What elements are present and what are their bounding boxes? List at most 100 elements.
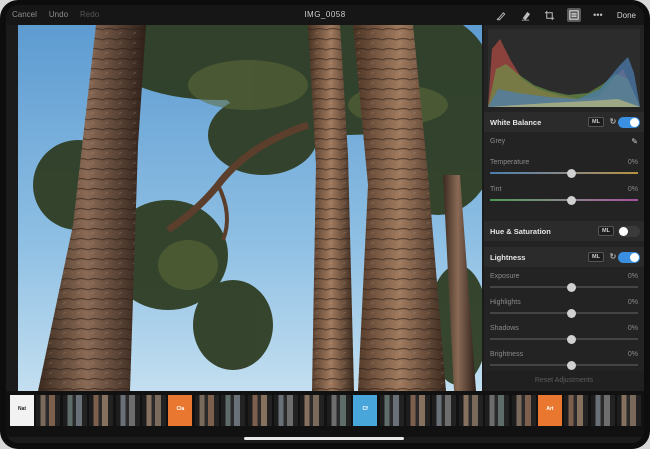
white-balance-header[interactable]: White Balance ML ↻ xyxy=(484,112,644,132)
tint-label: Tint xyxy=(490,186,502,193)
filter-thumbnail-preview xyxy=(326,395,351,426)
shadows-slider-knob[interactable] xyxy=(566,334,576,344)
crop-icon[interactable] xyxy=(543,8,557,22)
filter-thumbnail-tag: Cla xyxy=(176,406,185,412)
exposure-slider[interactable] xyxy=(490,282,638,292)
shadows-slider[interactable] xyxy=(490,334,638,344)
filter-thumbnail-preview xyxy=(36,395,61,426)
adjustments-icon[interactable] xyxy=(566,8,581,22)
filter-thumbnail[interactable]: Art xyxy=(538,395,562,426)
filter-thumbnail[interactable] xyxy=(326,395,351,426)
filter-thumbnail[interactable]: Cla xyxy=(168,395,193,426)
exposure-slider-knob[interactable] xyxy=(566,282,576,292)
tint-row: Tint 0% xyxy=(484,186,644,208)
highlights-value: 0% xyxy=(627,299,638,306)
filter-thumbnail[interactable] xyxy=(458,395,483,426)
white-balance-title: White Balance xyxy=(490,118,542,127)
highlights-slider[interactable] xyxy=(490,308,638,318)
lightness-title: Lightness xyxy=(490,253,526,262)
highlights-row: Highlights 0% xyxy=(484,299,644,321)
filter-thumbnail[interactable] xyxy=(142,395,166,426)
filter-thumbnail-tag: Cf xyxy=(362,406,368,412)
filter-thumbnail-preview xyxy=(89,395,114,426)
filter-thumbnail-preview xyxy=(379,395,404,426)
home-indicator[interactable] xyxy=(244,437,404,440)
filter-thumbnail[interactable] xyxy=(485,395,510,426)
more-icon[interactable]: ••• xyxy=(591,8,605,22)
filter-thumbnail-preview xyxy=(485,395,510,426)
hue-saturation-title: Hue & Saturation xyxy=(490,227,551,236)
exposure-value: 0% xyxy=(627,273,638,280)
grey-label: Grey xyxy=(490,138,506,145)
eraser-icon[interactable] xyxy=(519,8,533,22)
white-balance-reset-icon[interactable]: ↻ xyxy=(608,117,618,127)
white-balance-ml-button[interactable]: ML xyxy=(588,117,604,127)
brightness-label: Brightness xyxy=(490,351,524,358)
grey-row: Grey ✎ xyxy=(484,137,644,152)
filter-thumbnail[interactable] xyxy=(406,395,430,426)
filter-thumbnail[interactable] xyxy=(115,395,140,426)
hue-saturation-ml-button[interactable]: ML xyxy=(598,226,614,236)
top-bar: Cancel Undo Redo IMG_0058 ••• Done xyxy=(6,5,644,25)
white-balance-toggle[interactable] xyxy=(618,117,640,128)
filter-thumbnail-preview xyxy=(194,395,219,426)
lightness-reset-icon[interactable]: ↻ xyxy=(608,252,618,262)
filter-thumbnail[interactable] xyxy=(564,395,589,426)
tint-slider[interactable] xyxy=(490,195,638,205)
shadows-label: Shadows xyxy=(490,325,519,332)
brightness-row: Brightness 0% xyxy=(484,351,644,370)
filter-thumbnail[interactable] xyxy=(62,395,87,426)
lightness-header[interactable]: Lightness ML ↻ xyxy=(484,247,644,267)
filter-thumbnail[interactable] xyxy=(300,395,325,426)
lightness-ml-button[interactable]: ML xyxy=(588,252,604,262)
exposure-row: Exposure 0% xyxy=(484,273,644,295)
filter-thumbnail-preview xyxy=(406,395,430,426)
filter-thumbnail-preview xyxy=(617,395,642,426)
filter-thumbnail[interactable] xyxy=(617,395,642,426)
reset-adjustments-button[interactable]: Reset Adjustments xyxy=(484,371,644,391)
filter-thumbnail[interactable] xyxy=(274,395,298,426)
exposure-label: Exposure xyxy=(490,273,520,280)
filter-thumbnail-tag: Art xyxy=(546,406,554,412)
tree-photo xyxy=(18,25,482,391)
eyedropper-icon[interactable]: ✎ xyxy=(631,137,638,146)
filter-thumbnail-tag: Nat xyxy=(17,406,27,412)
top-bar-right: ••• Done xyxy=(495,8,636,22)
lightness-toggle[interactable] xyxy=(618,252,640,263)
filter-thumbnail[interactable]: Cf xyxy=(353,395,378,426)
filter-thumbnail[interactable] xyxy=(511,395,536,426)
filter-thumbnail-preview xyxy=(247,395,272,426)
tint-slider-knob[interactable] xyxy=(566,195,576,205)
tablet-frame: Cancel Undo Redo IMG_0058 ••• Done White… xyxy=(0,0,650,449)
brightness-slider-knob[interactable] xyxy=(566,360,576,370)
filter-thumbnail[interactable] xyxy=(247,395,272,426)
photo-canvas[interactable] xyxy=(18,25,482,391)
done-button[interactable]: Done xyxy=(617,11,636,20)
filter-thumbnail[interactable] xyxy=(379,395,404,426)
filter-filmstrip: Nat Cla Cf Art xyxy=(6,391,644,437)
filter-thumbnail[interactable] xyxy=(432,395,457,426)
temperature-slider-knob[interactable] xyxy=(566,168,576,178)
temperature-row: Temperature 0% xyxy=(484,159,644,181)
filter-thumbnail-preview xyxy=(564,395,589,426)
filter-thumbnail[interactable] xyxy=(36,395,61,426)
filter-thumbnail[interactable]: Nat xyxy=(10,395,34,426)
highlights-slider-knob[interactable] xyxy=(566,308,576,318)
temperature-slider[interactable] xyxy=(490,168,638,178)
filter-thumbnail-preview xyxy=(142,395,166,426)
filter-thumbnail-preview xyxy=(590,395,615,426)
filter-thumbnail[interactable] xyxy=(89,395,114,426)
brush-icon[interactable] xyxy=(495,8,509,22)
filter-thumbnail[interactable] xyxy=(590,395,615,426)
temperature-value: 0% xyxy=(627,159,638,166)
histogram xyxy=(488,29,640,107)
filter-thumbnail-preview xyxy=(458,395,483,426)
filter-thumbnail[interactable] xyxy=(194,395,219,426)
brightness-value: 0% xyxy=(627,351,638,358)
filter-thumbnail[interactable] xyxy=(221,395,246,426)
hue-saturation-toggle[interactable] xyxy=(618,226,640,237)
filter-thumbnail-preview xyxy=(221,395,246,426)
filter-thumbnail-preview xyxy=(274,395,298,426)
brightness-slider[interactable] xyxy=(490,360,638,370)
hue-saturation-header[interactable]: Hue & Saturation ML xyxy=(484,221,644,241)
